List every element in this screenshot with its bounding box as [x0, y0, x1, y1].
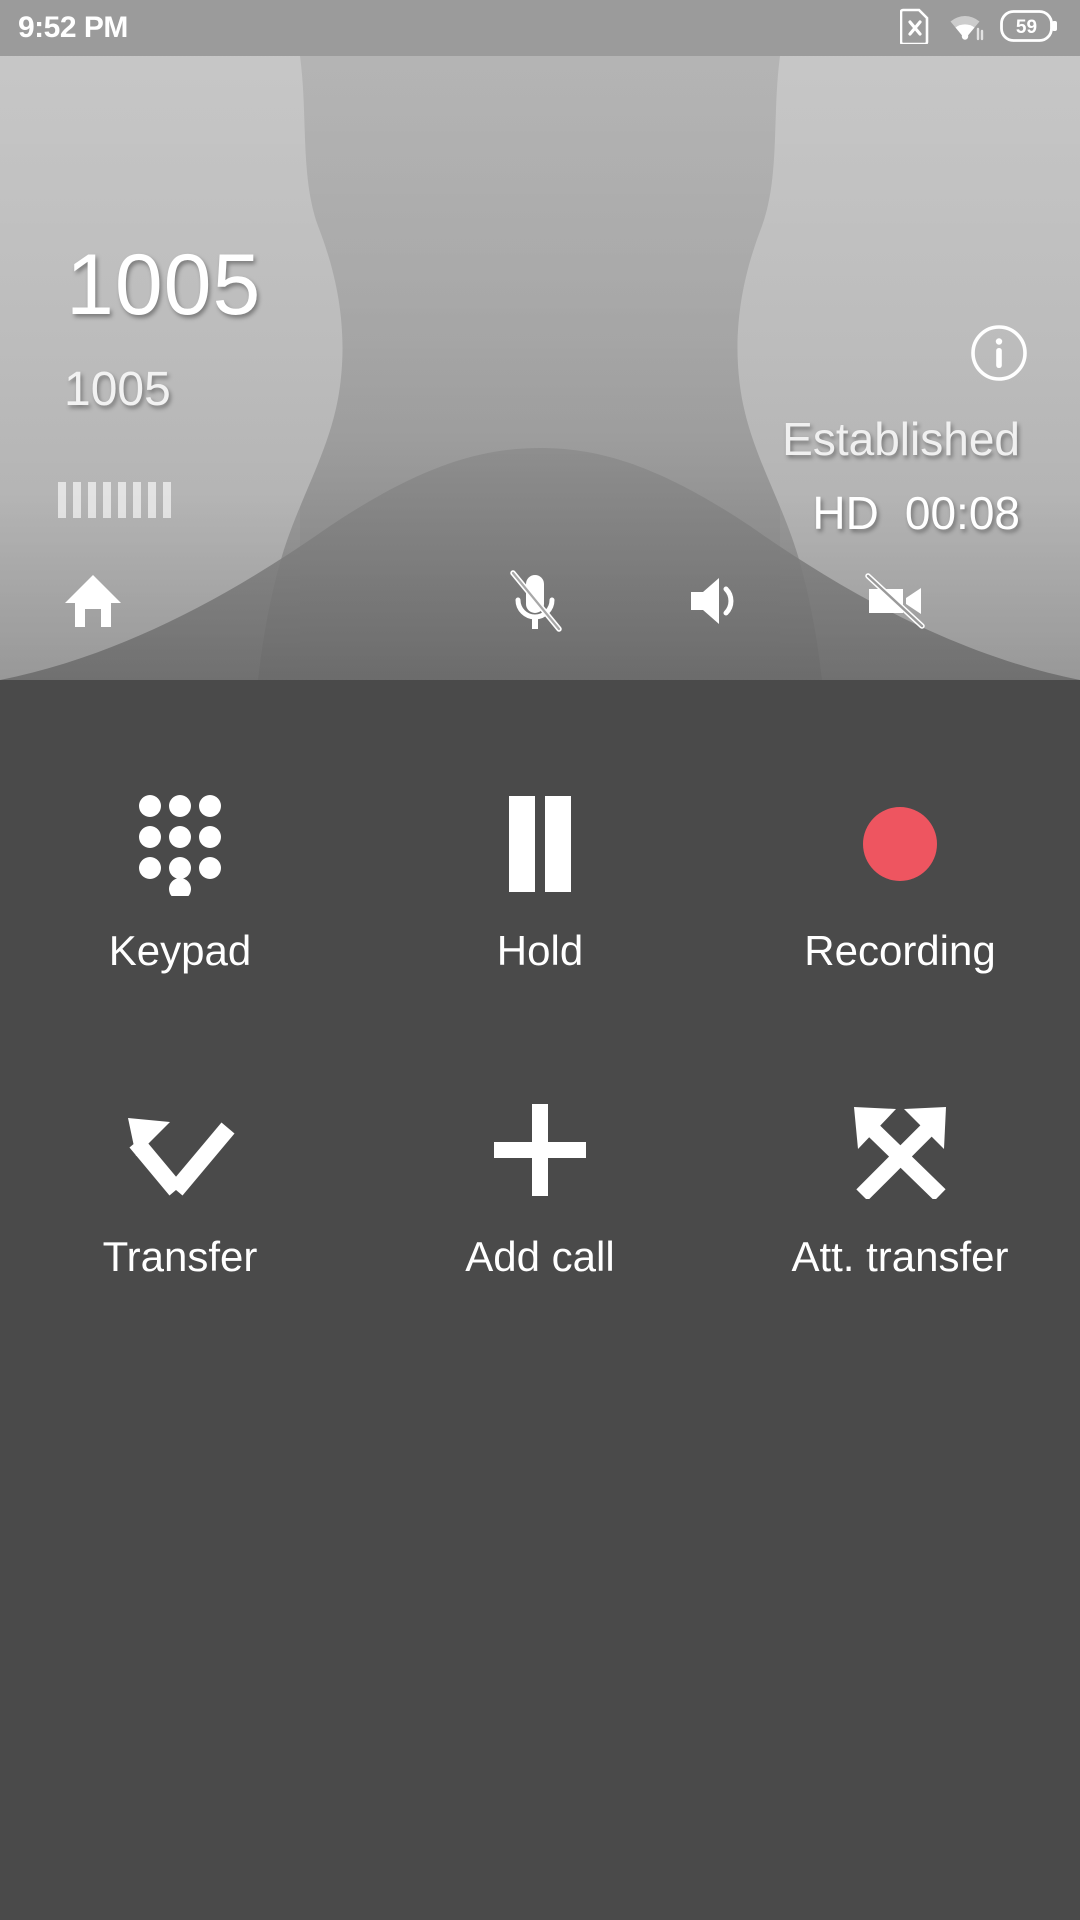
status-clock: 9:52 PM: [18, 11, 128, 44]
call-meta: HD 00:08: [812, 490, 1020, 536]
caller-number: 1005: [66, 237, 262, 333]
level-bar: [148, 482, 156, 518]
video-quick-controls: [0, 556, 1080, 666]
level-bar: [118, 482, 126, 518]
status-icon-tray: 59: [899, 8, 1058, 49]
level-bar: [88, 482, 96, 518]
record-circle-icon: [862, 792, 938, 896]
video-preview-area[interactable]: 1005 1005 Established HD 00:08: [0, 56, 1080, 680]
info-icon[interactable]: [970, 324, 1028, 382]
att-transfer-label: Att. transfer: [791, 1233, 1009, 1280]
attended-transfer-icon: [848, 1098, 952, 1202]
audio-level-meter: [58, 482, 171, 518]
wifi-icon: [946, 9, 984, 48]
level-bar: [133, 482, 141, 518]
att-transfer-button[interactable]: Att. transfer: [720, 1098, 1080, 1278]
call-state-text: Established: [782, 413, 1020, 465]
level-bar: [163, 482, 171, 518]
add-call-button[interactable]: Add call: [360, 1098, 720, 1278]
hold-label: Hold: [496, 927, 584, 974]
recording-button[interactable]: Recording: [720, 792, 1080, 972]
level-bar: [73, 482, 81, 518]
transfer-arrow-icon: [124, 1098, 236, 1202]
battery-level-text: 59: [1016, 17, 1037, 38]
add-call-label: Add call: [465, 1233, 615, 1280]
home-icon[interactable]: [48, 556, 138, 646]
keypad-label: Keypad: [108, 927, 252, 974]
transfer-button[interactable]: Transfer: [0, 1098, 360, 1278]
level-bar: [58, 482, 66, 518]
transfer-label: Transfer: [102, 1233, 258, 1280]
action-grid: Keypad Hold Recording Transfer Add call …: [0, 680, 1080, 1278]
level-bar: [103, 482, 111, 518]
video-off-icon[interactable]: [850, 556, 940, 646]
action-row: Transfer Add call Att. transfer: [0, 1098, 1080, 1278]
caller-name: 1005: [64, 363, 171, 416]
speaker-icon[interactable]: [670, 556, 760, 646]
call-duration: 00:08: [904, 487, 1020, 539]
pause-icon: [503, 792, 577, 896]
keypad-button[interactable]: Keypad: [0, 792, 360, 972]
battery-icon: 59: [1000, 9, 1058, 47]
microphone-muted-icon[interactable]: [490, 556, 580, 646]
call-controls-panel: Keypad Hold Recording Transfer Add call …: [0, 680, 1080, 1920]
recording-label: Recording: [804, 927, 996, 974]
keypad-icon: [134, 792, 226, 896]
sim-card-error-icon: [899, 8, 930, 49]
plus-icon: [492, 1098, 588, 1202]
hd-badge: HD: [812, 487, 879, 539]
status-bar: 9:52 PM 59: [0, 0, 1080, 56]
call-screen: 9:52 PM 59 1005 1005 Established HD 00:0…: [0, 0, 1080, 1920]
hold-button[interactable]: Hold: [360, 792, 720, 972]
action-row: Keypad Hold Recording: [0, 792, 1080, 972]
